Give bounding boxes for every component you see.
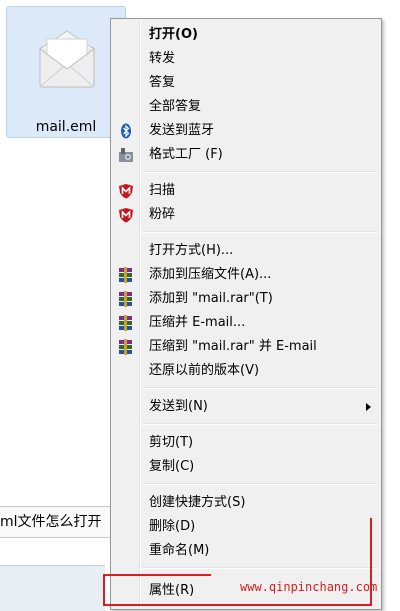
menu-item-shred[interactable]: 粉碎 xyxy=(113,203,379,227)
menu-item-reply-all[interactable]: 全部答复 xyxy=(113,95,379,119)
background-article-text: ml文件怎么打开 xyxy=(0,506,110,538)
menu-item-format-factory[interactable]: 格式工厂 (F) xyxy=(113,143,379,167)
background-panel xyxy=(0,565,105,611)
menu-item-open-with[interactable]: 打开方式(H)... xyxy=(113,239,379,263)
menu-separator xyxy=(143,423,377,425)
file-item-mail-eml[interactable]: mail.eml xyxy=(6,6,126,138)
menu-separator xyxy=(143,231,377,233)
winrar-icon xyxy=(119,267,132,283)
menu-item-create-shortcut[interactable]: 创建快捷方式(S) xyxy=(113,491,379,515)
menu-item-delete[interactable]: 删除(D) xyxy=(113,515,379,539)
winrar-icon xyxy=(119,339,132,355)
context-menu: 打开(O) 转发 答复 全部答复 发送到蓝牙 格式工厂 (F) 扫描 粉碎 打开… xyxy=(110,18,382,610)
highlight-frame-bottom xyxy=(211,604,372,606)
file-name-label: mail.eml xyxy=(35,119,97,135)
menu-item-copy[interactable]: 复制(C) xyxy=(113,455,379,479)
menu-item-add-to-archive[interactable]: 添加到压缩文件(A)... xyxy=(113,263,379,287)
highlight-frame xyxy=(103,574,211,606)
menu-separator xyxy=(143,171,377,173)
menu-item-compress-and-email[interactable]: 压缩并 E-mail... xyxy=(113,311,379,335)
menu-item-restore-previous-versions[interactable]: 还原以前的版本(V) xyxy=(113,359,379,383)
winrar-icon xyxy=(119,315,132,331)
menu-separator xyxy=(143,483,377,485)
mcafee-shield-icon xyxy=(119,208,133,223)
submenu-arrow-icon xyxy=(366,403,371,411)
bluetooth-icon xyxy=(121,123,131,139)
menu-item-send-bluetooth[interactable]: 发送到蓝牙 xyxy=(113,119,379,143)
menu-separator xyxy=(143,387,377,389)
watermark-text: www.qinpinchang.com xyxy=(240,580,378,594)
envelope-icon xyxy=(39,30,95,88)
menu-item-rename[interactable]: 重命名(M) xyxy=(113,539,379,563)
menu-item-cut[interactable]: 剪切(T) xyxy=(113,431,379,455)
menu-item-forward[interactable]: 转发 xyxy=(113,47,379,71)
winrar-icon xyxy=(119,291,132,307)
format-factory-icon xyxy=(119,148,133,162)
mcafee-shield-icon xyxy=(119,184,133,199)
menu-separator xyxy=(143,567,377,569)
menu-item-send-to[interactable]: 发送到(N) xyxy=(113,395,379,419)
menu-item-reply[interactable]: 答复 xyxy=(113,71,379,95)
menu-item-open[interactable]: 打开(O) xyxy=(113,23,379,47)
menu-item-compress-to-mail-rar-and-email[interactable]: 压缩到 "mail.rar" 并 E-mail xyxy=(113,335,379,359)
menu-item-add-to-mail-rar[interactable]: 添加到 "mail.rar"(T) xyxy=(113,287,379,311)
menu-item-scan[interactable]: 扫描 xyxy=(113,179,379,203)
